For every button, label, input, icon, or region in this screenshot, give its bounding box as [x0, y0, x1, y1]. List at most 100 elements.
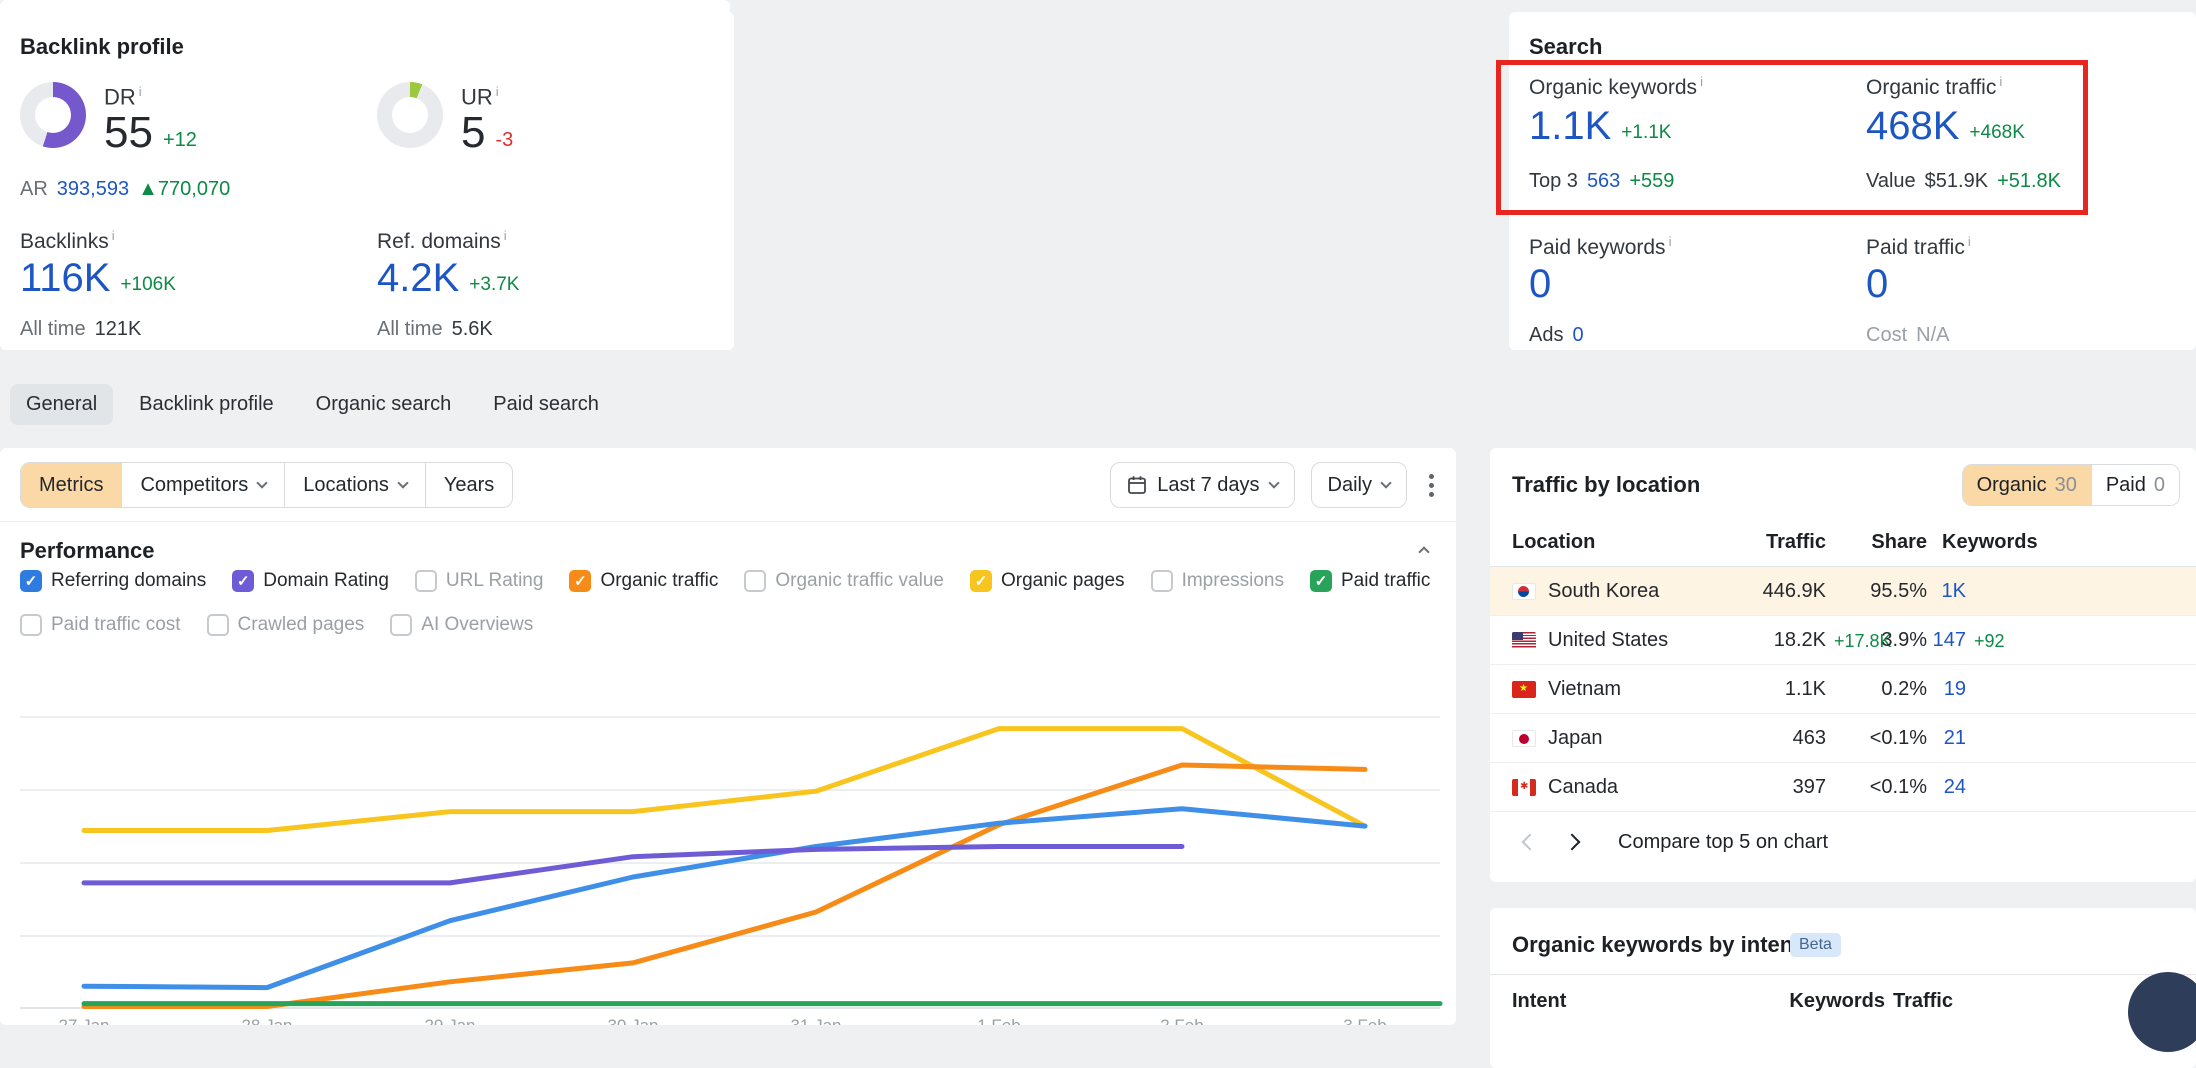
- table-row-canada: Canada397<0.1%24: [1490, 763, 2196, 812]
- metric-checkbox-referring-domains[interactable]: ✓Referring domains: [20, 570, 206, 592]
- keywords-link[interactable]: 147: [1933, 629, 1966, 652]
- segment-competitors[interactable]: Competitors: [121, 463, 284, 507]
- metric-checkbox-label: URL Rating: [446, 570, 544, 592]
- filter-toolbar: MetricsCompetitors Locations Years Last 7 …: [20, 462, 1440, 508]
- paid-traffic-label: Paid traffici: [1866, 234, 1971, 260]
- toggle-count: 0: [2154, 465, 2165, 505]
- top3-value[interactable]: 563: [1587, 170, 1620, 193]
- info-icon[interactable]: i: [504, 228, 507, 243]
- segment-label: Locations: [303, 463, 389, 507]
- collapse-chevron-icon[interactable]: [1418, 546, 1429, 557]
- toggle-paid[interactable]: Paid0: [2091, 465, 2179, 505]
- intent-table-header: Intent Keywords Traffic: [1490, 974, 2196, 1024]
- metric-checkbox-crawled-pages[interactable]: Crawled pages: [207, 614, 365, 636]
- info-icon[interactable]: i: [1968, 234, 1971, 249]
- tab-organic-search[interactable]: Organic search: [300, 384, 468, 425]
- paid-traffic-sub: Cost N/A: [1866, 324, 1949, 347]
- toggle-organic[interactable]: Organic30: [1963, 465, 2091, 505]
- granularity-button[interactable]: Daily: [1311, 462, 1407, 508]
- prev-page-chevron-icon[interactable]: [1522, 834, 1539, 851]
- x-axis-label: 31 Jan: [790, 1016, 841, 1025]
- table-row-south-korea: South Korea446.9K95.5%1K: [1490, 567, 2196, 616]
- table-row-united-states: United States18.2K+17.8K3.9%147+92: [1490, 616, 2196, 665]
- info-icon[interactable]: i: [1669, 234, 1672, 249]
- chevron-down-icon: [1380, 477, 1391, 488]
- info-icon[interactable]: i: [139, 84, 142, 99]
- next-page-chevron-icon[interactable]: [1564, 834, 1581, 851]
- metric-checkbox-organic-traffic[interactable]: ✓ Organic traffic: [569, 570, 718, 592]
- series-referring-domains: [84, 809, 1365, 988]
- metric-checkbox-domain-rating[interactable]: ✓ Domain Rating: [232, 570, 389, 592]
- table-row-japan: Japan463<0.1%21: [1490, 714, 2196, 763]
- chevron-down-icon: [257, 477, 268, 488]
- organic-keywords-label: Organic keywordsi: [1529, 74, 1703, 100]
- backlinks-number[interactable]: 116K: [20, 256, 110, 301]
- metric-checkbox-url-rating[interactable]: URL Rating: [415, 570, 544, 592]
- traffic-by-location-title: Traffic by location: [1512, 472, 1700, 498]
- metric-checkbox-ai-overviews[interactable]: AI Overviews: [390, 614, 533, 636]
- metric-checkbox-paid-traffic-cost[interactable]: Paid traffic cost: [20, 614, 181, 636]
- x-axis-label: 2 Feb: [1160, 1016, 1203, 1025]
- checked-checkbox-icon: ✓: [232, 570, 254, 592]
- unchecked-checkbox-icon: [415, 570, 437, 592]
- backlinks-alltime: All time 121K: [20, 318, 141, 341]
- ref-domains-number[interactable]: 4.2K: [377, 256, 459, 301]
- tab-backlink-profile[interactable]: Backlink profile: [123, 384, 290, 425]
- col-keywords: Keywords: [1789, 990, 1885, 1013]
- compare-top5-link[interactable]: Compare top 5 on chart: [1618, 831, 1828, 854]
- flag-icon-jp: [1512, 730, 1536, 747]
- more-options-button[interactable]: [1423, 468, 1440, 503]
- organic-keywords-sub: Top 3 563 +559: [1529, 170, 1674, 193]
- metric-checkbox-organic-pages[interactable]: ✓Organic pages: [970, 570, 1125, 592]
- share-value: <0.1%: [1870, 776, 1927, 799]
- performance-panel: MetricsCompetitors Locations Years Last 7 …: [0, 448, 1456, 1025]
- organic-traffic-value: 468K +468K: [1866, 104, 2025, 149]
- segment-locations[interactable]: Locations: [284, 463, 425, 507]
- metric-checkbox-organic-traffic-value[interactable]: Organic traffic value: [744, 570, 944, 592]
- info-icon[interactable]: i: [1700, 74, 1703, 89]
- ref-domains-label: Ref. domainsi: [377, 228, 507, 254]
- unchecked-checkbox-icon: [1151, 570, 1173, 592]
- keywords-link[interactable]: 21: [1944, 727, 1966, 750]
- metric-checkboxes-row-1: ✓Referring domains ✓ Domain Rating URL Rati…: [20, 570, 1430, 592]
- keywords-link[interactable]: 19: [1944, 678, 1966, 701]
- unchecked-checkbox-icon: [207, 614, 229, 636]
- paid-traffic-number[interactable]: 0: [1866, 262, 1888, 307]
- flag-icon-vn: [1512, 681, 1536, 698]
- organic-keywords-number[interactable]: 1.1K: [1529, 104, 1611, 149]
- x-axis-label: 29 Jan: [424, 1016, 475, 1025]
- organic-paid-toggle: Organic30Paid0: [1962, 464, 2180, 506]
- ads-value[interactable]: 0: [1572, 324, 1583, 347]
- paid-keywords-value: 0: [1529, 262, 1551, 307]
- checked-checkbox-icon: ✓: [569, 570, 591, 592]
- keywords-link[interactable]: 24: [1944, 776, 1966, 799]
- organic-keywords-value: 1.1K +1.1K: [1529, 104, 1671, 149]
- ar-value[interactable]: 393,593: [57, 178, 129, 201]
- tab-paid-search[interactable]: Paid search: [477, 384, 615, 425]
- search-card: Search Organic keywordsi 1.1K +1.1K Top …: [1509, 12, 2196, 350]
- metric-checkbox-label: Domain Rating: [263, 570, 389, 592]
- info-icon[interactable]: i: [1999, 74, 2002, 89]
- ur-delta: -3: [495, 129, 513, 158]
- dr-donut-chart: [20, 82, 86, 148]
- tab-general[interactable]: General: [10, 384, 113, 425]
- metric-checkbox-impressions[interactable]: Impressions: [1151, 570, 1284, 592]
- organic-traffic-number[interactable]: 468K: [1866, 104, 1959, 149]
- location-name: Canada: [1548, 776, 1618, 799]
- traffic-table-header: Location Traffic Share Keywords: [1490, 517, 2196, 567]
- keywords-link[interactable]: 1K: [1942, 580, 1966, 603]
- info-icon[interactable]: i: [496, 84, 499, 99]
- filter-segments: MetricsCompetitors Locations Years: [20, 462, 513, 508]
- metric-checkbox-label: Organic traffic: [600, 570, 718, 592]
- flag-icon-us: [1512, 632, 1536, 649]
- segment-metrics[interactable]: Metrics: [21, 463, 121, 507]
- dr-delta: +12: [163, 129, 197, 158]
- info-icon[interactable]: i: [112, 228, 115, 243]
- date-range-button[interactable]: Last 7 days: [1110, 462, 1294, 508]
- x-axis-label: 3 Feb: [1343, 1016, 1386, 1025]
- chevron-down-icon: [1268, 477, 1279, 488]
- metric-checkbox-paid-traffic[interactable]: ✓Paid traffic: [1310, 570, 1430, 592]
- segment-years[interactable]: Years: [425, 463, 512, 507]
- paid-keywords-number[interactable]: 0: [1529, 262, 1551, 307]
- segment-label: Years: [444, 463, 494, 507]
